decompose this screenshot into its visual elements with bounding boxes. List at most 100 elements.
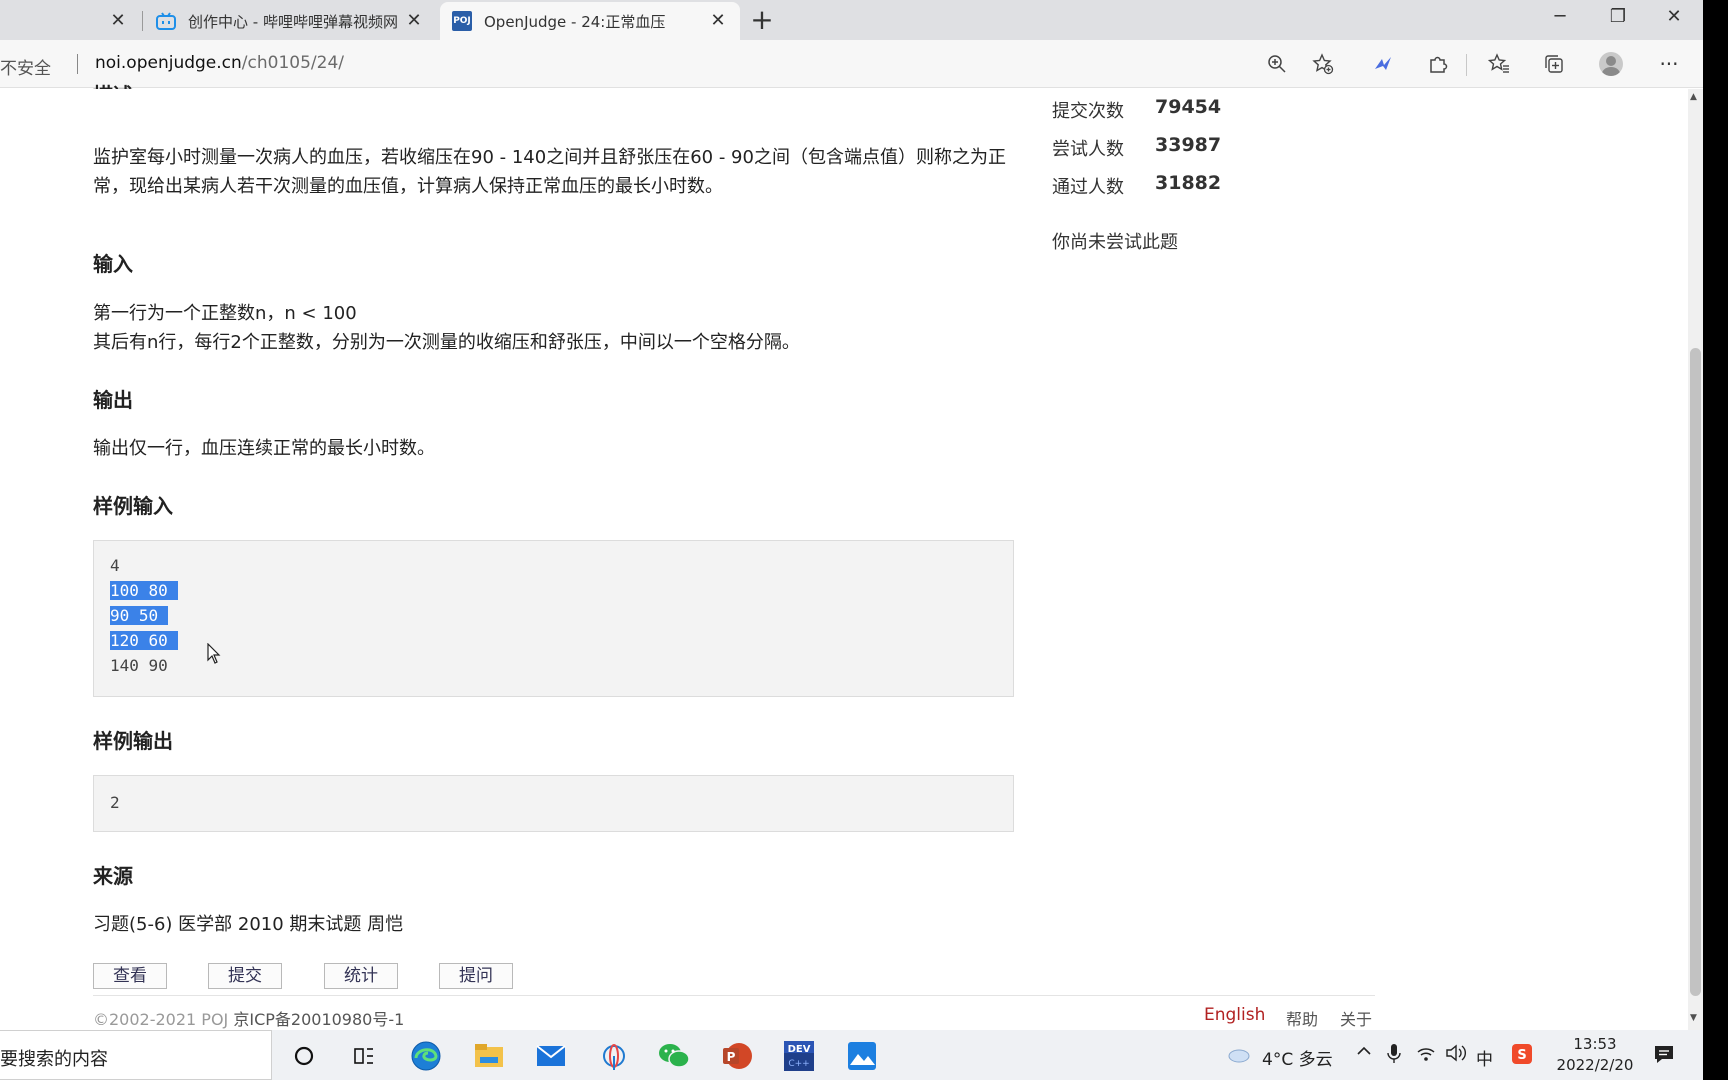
source-heading: 来源 [93, 864, 133, 888]
powerpoint-icon[interactable]: P [721, 1040, 753, 1072]
tab-title: 创作中心 - 哔哩哔哩弹幕视频网 [188, 12, 398, 31]
clock-date: 2022/2/20 [1556, 1056, 1634, 1074]
input-heading: 输入 [93, 252, 133, 276]
url-host: noi.openjudge.cn [95, 53, 242, 73]
taskbar-search-box[interactable]: 你要搜索的内容 [0, 1030, 272, 1080]
scroll-up-arrow-icon[interactable]: ▲ [1690, 92, 1697, 102]
close-tab-icon[interactable]: ✕ [108, 10, 128, 31]
help-link[interactable]: 帮助 [1286, 1006, 1318, 1030]
close-window-icon[interactable]: ✕ [1659, 6, 1689, 34]
mouse-pointer-icon [207, 642, 221, 669]
poj-favicon-icon: POJ [452, 11, 472, 31]
address-divider [77, 54, 78, 74]
weather-cloud-icon[interactable] [1227, 1044, 1251, 1069]
stat-label-accepted: 通过人数 [1052, 177, 1124, 198]
svg-text:C++: C++ [788, 1059, 809, 1069]
tab-separator [142, 11, 143, 31]
minimize-icon[interactable]: ─ [1545, 6, 1575, 34]
footer-divider [93, 995, 1375, 996]
statistics-button[interactable]: 统计 [324, 963, 398, 989]
mail-icon[interactable] [535, 1040, 567, 1072]
task-view-icon[interactable] [348, 1040, 380, 1072]
notification-center-icon[interactable] [1653, 1043, 1675, 1070]
svg-text:DEV: DEV [788, 1044, 811, 1055]
address-bar: 不安全 noi.openjudge.cn/ch0105/24/ ··· [0, 40, 1703, 88]
toolbar-separator [1466, 54, 1467, 76]
view-button[interactable]: 查看 [93, 963, 167, 989]
ask-question-button[interactable]: 提问 [439, 963, 513, 989]
screen: ✕ 创作中心 - 哔哩哔哩弹幕视频网 ✕ POJ OpenJudge - 24:… [0, 0, 1728, 1080]
wechat-icon[interactable] [658, 1040, 690, 1072]
tab-strip: ✕ 创作中心 - 哔哩哔哩弹幕视频网 ✕ POJ OpenJudge - 24:… [0, 0, 1703, 40]
tab-title: OpenJudge - 24:正常血压 [484, 12, 666, 31]
tab-openjudge[interactable]: POJ OpenJudge - 24:正常血压 ✕ [440, 2, 740, 40]
tray-overflow-chevron-icon[interactable] [1356, 1043, 1372, 1064]
sogou-input-icon[interactable]: S [1511, 1043, 1533, 1070]
about-link[interactable]: 关于 [1340, 1006, 1372, 1030]
tab-hidden[interactable]: ✕ [0, 2, 140, 40]
sample-input-line-selected: 120 60 [110, 631, 178, 650]
new-tab-plus-icon[interactable]: + [750, 6, 774, 34]
browser-window: ✕ 创作中心 - 哔哩哔哩弹幕视频网 ✕ POJ OpenJudge - 24:… [0, 0, 1703, 1080]
clock-time: 13:53 [1573, 1035, 1617, 1053]
sample-input-line: 4 [110, 556, 120, 575]
input-line-2: 其后有n行，每行2个正整数，分别为一次测量的收缩压和舒张压，中间以一个空格分隔。 [93, 332, 800, 353]
bilibili-tv-icon [156, 11, 176, 31]
input-method-indicator[interactable]: 中 [1476, 1045, 1493, 1070]
zoom-icon[interactable] [1264, 51, 1290, 77]
output-text: 输出仅一行，血压连续正常的最长小时数。 [93, 438, 435, 459]
search-placeholder: 你要搜索的内容 [0, 1049, 108, 1070]
photos-app-icon[interactable] [846, 1040, 878, 1072]
clock[interactable]: 13:53 2022/2/20 [1555, 1034, 1635, 1076]
favorites-icon[interactable] [1486, 51, 1512, 77]
app-swirl-icon[interactable] [598, 1040, 630, 1072]
tab-bilibili[interactable]: 创作中心 - 哔哩哔哩弹幕视频网 ✕ [146, 2, 436, 40]
input-line-1: 第一行为一个正整数n，n < 100 [93, 303, 357, 324]
source-text: 习题(5-6) 医学部 2010 期末试题 周恺 [93, 914, 404, 935]
sample-input-box[interactable]: 4 100 80 90 50 120 60 140 90 [93, 540, 1014, 697]
output-heading: 输出 [93, 388, 133, 412]
microphone-icon[interactable] [1387, 1043, 1401, 1070]
extension-bird-icon[interactable] [1370, 51, 1396, 77]
screen-black-edge [1703, 0, 1728, 1080]
restore-icon[interactable]: ❐ [1603, 6, 1633, 34]
stat-label-attempts: 尝试人数 [1052, 139, 1124, 160]
more-menu-icon[interactable]: ··· [1656, 51, 1682, 77]
extensions-puzzle-icon[interactable] [1425, 51, 1451, 77]
english-link[interactable]: English [1204, 1005, 1265, 1025]
submit-button[interactable]: 提交 [208, 963, 282, 989]
dev-cpp-icon[interactable]: DEV C++ [783, 1040, 815, 1072]
network-icon[interactable] [1416, 1043, 1436, 1068]
stat-value-attempts: 33987 [1155, 134, 1222, 156]
weather-text[interactable]: 4°C 多云 [1262, 1045, 1333, 1070]
file-explorer-icon[interactable] [473, 1040, 505, 1072]
scroll-down-arrow-icon[interactable]: ▼ [1690, 1013, 1697, 1023]
svg-text:P: P [727, 1050, 736, 1064]
security-indicator[interactable]: 不安全 [0, 54, 51, 79]
sample-output-heading: 样例输出 [93, 729, 173, 753]
close-tab-icon[interactable]: ✕ [404, 10, 424, 31]
url-field[interactable]: noi.openjudge.cn/ch0105/24/ [95, 53, 344, 73]
url-path: /ch0105/24/ [241, 53, 344, 73]
stat-value-submissions: 79454 [1155, 96, 1222, 118]
close-tab-icon[interactable]: ✕ [708, 10, 728, 31]
scrollbar-thumb[interactable] [1690, 348, 1701, 996]
sample-input-line-selected: 100 80 [110, 581, 178, 600]
add-favorite-star-icon[interactable] [1310, 51, 1336, 77]
sample-input-line-selected: 90 50 [110, 606, 169, 625]
stat-value-accepted: 31882 [1155, 172, 1222, 194]
copyright-text: ©2002-2021 POJ [93, 1010, 229, 1029]
description-heading-cut: 描述 [93, 79, 133, 89]
edge-browser-icon[interactable] [410, 1040, 442, 1072]
sample-input-heading: 样例输入 [93, 494, 173, 518]
sample-input-line: 140 90 [110, 656, 168, 675]
footer-copyright: ©2002-2021 POJ 京ICP备20010980号-1 [93, 1006, 404, 1030]
collections-icon[interactable] [1541, 51, 1567, 77]
volume-icon[interactable] [1445, 1043, 1467, 1068]
sample-output-line: 2 [110, 793, 120, 812]
sample-output-box[interactable]: 2 [93, 775, 1014, 832]
profile-avatar-icon[interactable] [1598, 51, 1624, 77]
problem-description: 监护室每小时测量一次病人的血压，若收缩压在90 - 140之间并且舒张压在60 … [93, 147, 1006, 197]
cortana-circle-icon[interactable] [288, 1040, 320, 1072]
icp-link[interactable]: 京ICP备20010980号-1 [233, 1010, 404, 1029]
